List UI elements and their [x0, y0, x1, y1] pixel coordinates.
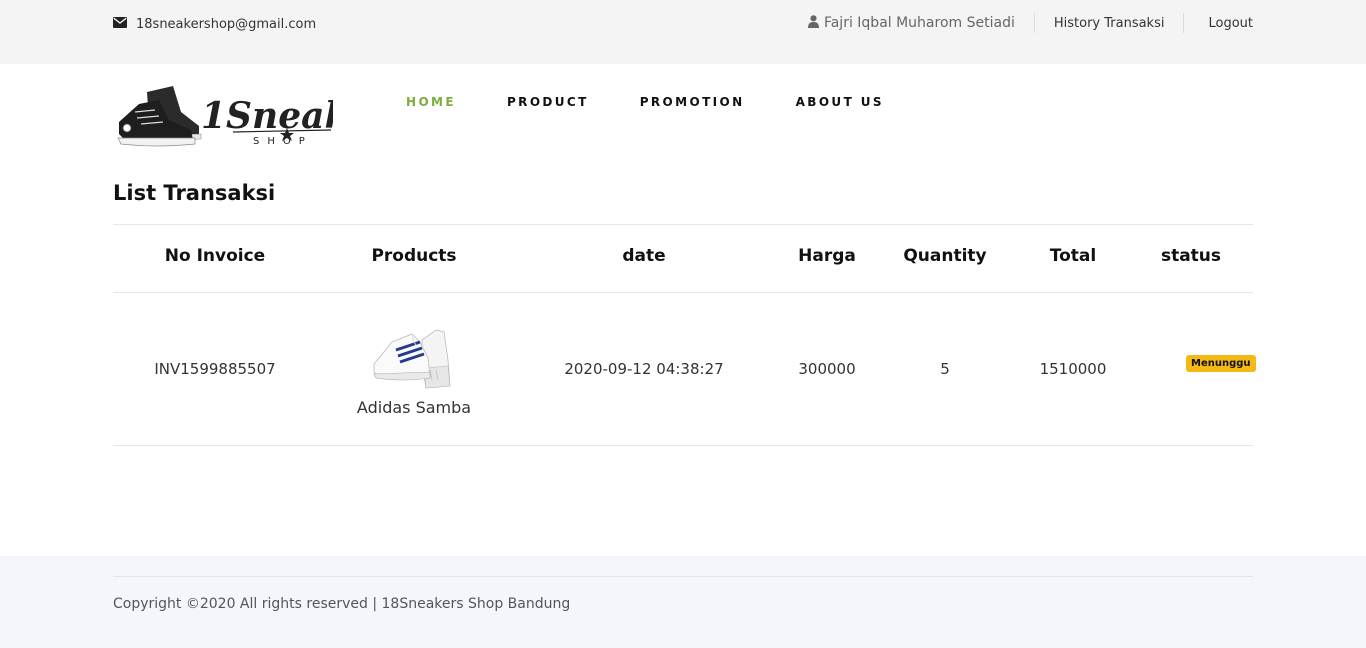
logout-link[interactable]: Logout [1184, 13, 1253, 33]
account-links: Fajri Iqbal Muharom Setiadi History Tran… [807, 12, 1253, 34]
total-value: 1510000 [1039, 360, 1107, 378]
footer: Copyright ©2020 All rights reserved | 18… [0, 556, 1366, 648]
footer-divider [113, 576, 1253, 577]
contact-email: 18sneakershop@gmail.com [113, 15, 316, 33]
column-header-quantity: Quantity [903, 246, 987, 266]
column-header-products: Products [371, 246, 457, 266]
table-top-border [113, 224, 1253, 225]
main-nav: HOME PRODUCT PROMOTION ABOUT US [406, 95, 935, 109]
nav-home[interactable]: HOME [406, 95, 456, 109]
sneaker-icon [372, 320, 456, 392]
logo-subtext: SHOP [253, 136, 313, 147]
page-title: List Transaksi [113, 181, 276, 205]
column-header-status: status [1160, 246, 1222, 266]
top-bar: 18sneakershop@gmail.com Fajri Iqbal Muha… [0, 0, 1366, 64]
user-menu[interactable]: Fajri Iqbal Muharom Setiadi [807, 13, 1034, 33]
column-header-date: date [622, 246, 666, 266]
history-transaksi-link[interactable]: History Transaksi [1035, 13, 1184, 33]
site-logo[interactable]: 1Sneaker SHOP [115, 82, 394, 154]
product-cell: Adidas Samba [340, 320, 488, 417]
column-header-total: Total [1049, 246, 1097, 266]
table-bottom-border [113, 445, 1253, 446]
nav-promotion[interactable]: PROMOTION [640, 95, 745, 109]
user-icon [807, 14, 819, 32]
nav-product[interactable]: PRODUCT [507, 95, 589, 109]
nav-about-us[interactable]: ABOUT US [796, 95, 884, 109]
column-header-harga: Harga [798, 246, 856, 266]
invoice-number: INV1599885507 [154, 360, 276, 378]
user-name: Fajri Iqbal Muharom Setiadi [823, 15, 1015, 31]
transaction-date: 2020-09-12 04:38:27 [564, 360, 724, 378]
price-value: 300000 [798, 360, 856, 378]
contact-email-text: 18sneakershop@gmail.com [136, 16, 317, 32]
envelope-icon [113, 16, 127, 32]
status-badge: Menunggu [1186, 355, 1256, 372]
product-name: Adidas Samba [356, 398, 472, 417]
header-divider [113, 292, 1253, 293]
copyright-text: Copyright ©2020 All rights reserved | 18… [113, 596, 571, 612]
column-header-invoice: No Invoice [164, 246, 266, 266]
quantity-value: 5 [940, 360, 950, 378]
sneaker-logo-icon: 1Sneaker SHOP [117, 86, 394, 147]
